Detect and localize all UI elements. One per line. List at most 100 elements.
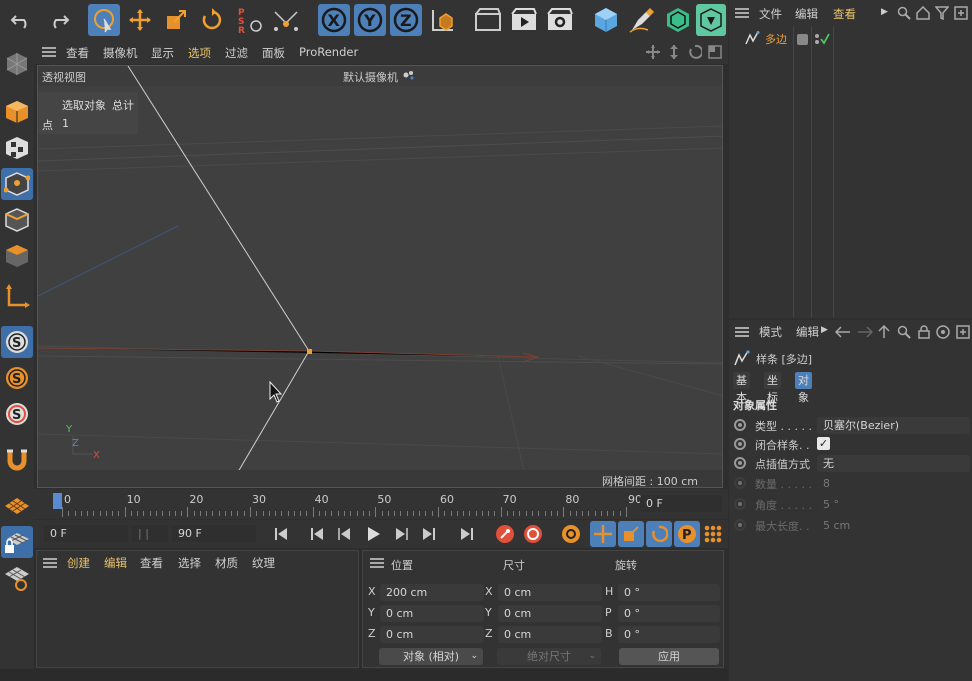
rotate-view-icon[interactable] bbox=[688, 45, 702, 59]
position-field[interactable]: 0 cm bbox=[380, 626, 484, 643]
goto-end-button[interactable] bbox=[456, 523, 478, 545]
animate-toggle[interactable] bbox=[734, 419, 746, 431]
key-pla-button[interactable] bbox=[702, 523, 724, 545]
timeline-ruler[interactable]: 0 10 20 30 40 50 60 70 80 90 bbox=[52, 489, 642, 519]
search-icon[interactable] bbox=[897, 6, 911, 20]
planar-workplane-button[interactable] bbox=[1, 562, 33, 594]
menu-prorender[interactable]: ProRender bbox=[299, 45, 358, 59]
menu-filter[interactable]: 过滤 bbox=[225, 45, 248, 61]
prev-key-button[interactable] bbox=[306, 523, 328, 545]
soft-selection-button[interactable]: S bbox=[1, 326, 33, 358]
material-menu-item[interactable]: 纹理 bbox=[252, 555, 275, 571]
size-field[interactable]: 0 cm bbox=[498, 584, 602, 601]
forward-arrow-icon[interactable] bbox=[857, 325, 873, 339]
axis-mode-button[interactable] bbox=[1, 280, 33, 312]
animate-toggle[interactable] bbox=[734, 438, 746, 450]
object-menu-icon[interactable] bbox=[735, 8, 749, 18]
start-frame-field[interactable]: 0 F bbox=[44, 525, 128, 542]
next-frame-button[interactable] bbox=[390, 523, 412, 545]
rotate-tool-button[interactable] bbox=[196, 4, 228, 36]
render-view-button[interactable] bbox=[472, 4, 504, 36]
object-row[interactable]: 多边 bbox=[729, 28, 972, 48]
property-value-field[interactable]: 无 bbox=[817, 455, 970, 472]
model-mode-button[interactable] bbox=[1, 96, 33, 128]
end-frame-field[interactable]: 90 F bbox=[172, 525, 256, 542]
viewport[interactable]: Y Z X 透视视图 默认摄像机 选取对象 总计 点 1 网格间距 : 100 … bbox=[37, 65, 723, 488]
pen-tool-button[interactable] bbox=[626, 4, 658, 36]
pan-view-icon[interactable] bbox=[646, 45, 660, 59]
deformer-button[interactable] bbox=[696, 4, 726, 36]
size-mode-select[interactable]: 绝对尺寸 ⌄ bbox=[497, 648, 601, 665]
move-tool-button[interactable] bbox=[124, 4, 156, 36]
material-menu-item[interactable]: 选择 bbox=[178, 555, 201, 571]
attribute-tab[interactable]: 坐标 bbox=[764, 372, 781, 404]
y-axis-button[interactable]: Y bbox=[354, 4, 386, 36]
closed-spline-checkbox[interactable]: ✓ bbox=[817, 437, 830, 450]
scale-tool-button[interactable] bbox=[160, 4, 192, 36]
key-scale-button[interactable] bbox=[618, 521, 644, 547]
animate-toggle[interactable] bbox=[734, 457, 746, 469]
visibility-icon[interactable] bbox=[814, 32, 830, 46]
workplane-button[interactable] bbox=[1, 490, 33, 522]
timeline-playhead[interactable] bbox=[53, 493, 62, 509]
zoom-view-icon[interactable] bbox=[668, 45, 680, 59]
undo-button[interactable] bbox=[6, 4, 38, 36]
material-menu-item[interactable]: 创建 bbox=[67, 555, 90, 571]
size-field[interactable]: 0 cm bbox=[498, 626, 602, 643]
live-selection-button[interactable] bbox=[88, 4, 120, 36]
magnet-button[interactable] bbox=[1, 444, 33, 476]
attribute-menu-edit[interactable]: 编辑 bbox=[796, 324, 819, 340]
render-to-viewer-button[interactable] bbox=[508, 4, 540, 36]
subdivision-button[interactable] bbox=[662, 4, 694, 36]
range-slider[interactable]: | | bbox=[132, 525, 168, 542]
object-menu-file[interactable]: 文件 bbox=[759, 6, 782, 22]
size-field[interactable]: 0 cm bbox=[498, 605, 602, 622]
target-icon[interactable] bbox=[936, 325, 950, 339]
object-menu-edit[interactable]: 编辑 bbox=[795, 6, 818, 22]
menu-panel[interactable]: 面板 bbox=[262, 45, 285, 61]
z-axis-button[interactable]: Z bbox=[390, 4, 422, 36]
texture-mode-button[interactable] bbox=[1, 132, 33, 164]
autokey-button[interactable] bbox=[522, 523, 544, 545]
rotation-field[interactable]: 0 ° bbox=[618, 584, 720, 601]
key-rotation-button[interactable] bbox=[646, 521, 672, 547]
viewport-menu-icon[interactable] bbox=[42, 47, 56, 57]
menu-view[interactable]: 查看 bbox=[66, 45, 89, 61]
more-arrow-icon[interactable]: ▶ bbox=[821, 325, 828, 335]
lock-icon[interactable] bbox=[917, 325, 931, 339]
render-settings-button[interactable] bbox=[544, 4, 576, 36]
keyframe-selection-button[interactable] bbox=[560, 523, 582, 545]
coordinate-menu-icon[interactable] bbox=[370, 558, 384, 568]
current-frame-field[interactable]: 0 F bbox=[640, 495, 722, 512]
points-mode-button[interactable] bbox=[1, 168, 33, 200]
attribute-tab[interactable]: 基本 bbox=[733, 372, 750, 404]
rotation-field[interactable]: 0 ° bbox=[618, 605, 720, 622]
menu-options[interactable]: 选项 bbox=[188, 45, 211, 61]
filter-icon[interactable] bbox=[935, 6, 949, 20]
edges-mode-button[interactable] bbox=[1, 204, 33, 236]
layer-icon[interactable] bbox=[797, 34, 808, 45]
material-menu-item[interactable]: 查看 bbox=[140, 555, 163, 571]
material-menu-icon[interactable] bbox=[43, 558, 57, 568]
object-list[interactable]: 多边 bbox=[729, 26, 972, 318]
position-field[interactable]: 0 cm bbox=[380, 605, 484, 622]
key-position-button[interactable] bbox=[590, 521, 616, 547]
property-value-field[interactable]: 贝塞尔(Bezier) bbox=[817, 417, 970, 434]
solo-button[interactable]: S bbox=[1, 362, 33, 394]
up-arrow-icon[interactable] bbox=[877, 325, 891, 339]
attribute-tab[interactable]: 对象 bbox=[795, 372, 812, 404]
x-axis-button[interactable]: X bbox=[318, 4, 350, 36]
object-name[interactable]: 多边 bbox=[765, 31, 787, 47]
object-menu-view[interactable]: 查看 bbox=[833, 6, 856, 22]
redo-button[interactable] bbox=[42, 4, 74, 36]
coord-mode-select[interactable]: 对象 (相对) ⌄ bbox=[379, 648, 483, 665]
make-editable-button[interactable] bbox=[1, 48, 33, 80]
attribute-menu-mode[interactable]: 模式 bbox=[759, 324, 782, 340]
timeline[interactable]: 0 10 20 30 40 50 60 70 80 90 0 F bbox=[34, 489, 728, 519]
back-arrow-icon[interactable] bbox=[835, 325, 851, 339]
more-arrow-icon[interactable]: ▶ bbox=[881, 7, 888, 17]
home-icon[interactable] bbox=[916, 6, 930, 20]
prev-frame-button[interactable] bbox=[334, 523, 356, 545]
menu-camera[interactable]: 摄像机 bbox=[103, 45, 138, 61]
search-icon[interactable] bbox=[897, 325, 911, 339]
